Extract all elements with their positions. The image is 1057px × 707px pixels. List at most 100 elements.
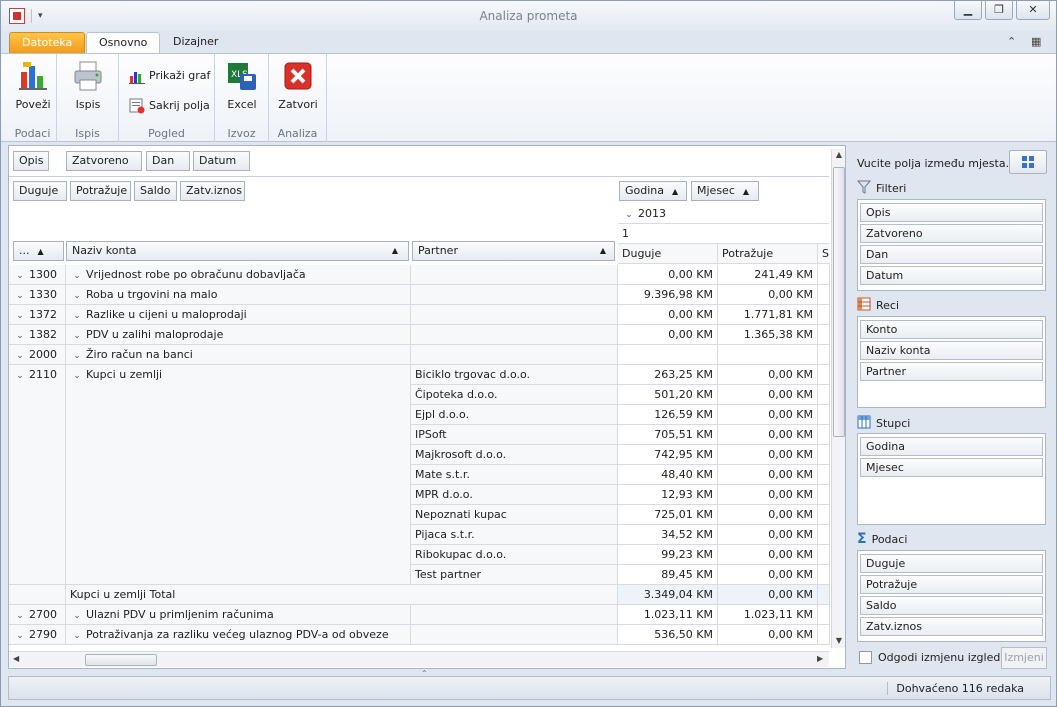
filter-field-dan[interactable]: Dan [146,151,190,171]
row-header-konto[interactable]: ⌄ 1300 [9,265,66,285]
defer-layout-checkbox[interactable]: Odgodi izmjenu izgleda [859,651,1007,664]
layout-button[interactable] [1009,150,1047,174]
hide-fields-button[interactable]: Sakrij polja [129,96,210,116]
row-header-konto[interactable]: ⌄ 2110 [9,365,66,585]
row-label: Žiro račun na banci [86,348,193,361]
value-header-duguje[interactable]: Duguje [618,244,718,264]
rows-area[interactable]: Konto Naziv konta Partner [857,316,1046,408]
column-header-month[interactable]: 1 [618,224,829,244]
data-area[interactable]: Duguje Potražuje Saldo Zatv.iznos [857,550,1046,642]
connect-button[interactable]: Poveži [10,60,56,111]
data-field-saldo[interactable]: Saldo [134,181,177,201]
calculator-icon[interactable]: ▦ [1031,35,1041,48]
close-icon[interactable]: ✕ [1016,1,1050,20]
filter-field-datum[interactable]: Datum [193,151,250,171]
minimize-icon[interactable]: ▁ [954,1,982,20]
vertical-scrollbar[interactable]: ▲ ▼ [831,149,845,648]
filter-area[interactable]: Opis Zatvoreno Dan Datum [857,199,1046,291]
collapse-icon[interactable]: ⌄ [15,607,25,624]
row-header-naziv[interactable]: ⌄ Kupci u zemlji [66,365,411,585]
close-analysis-button[interactable]: Zatvori [275,60,321,111]
collapse-icon[interactable]: ⌄ [72,367,82,386]
collapse-icon[interactable]: ⌄ [15,347,25,364]
collapse-icon[interactable]: ⌄ [624,206,634,223]
tab-osnovno[interactable]: Osnovno [86,32,161,54]
list-item[interactable]: Saldo [860,596,1043,615]
pivot-grid[interactable]: Opis Zatvoreno Dan Datum Duguje Potražuj… [8,145,846,669]
collapse-icon[interactable]: ⌄ [72,347,82,364]
filter-field-opis[interactable]: Opis [13,151,50,171]
maximize-icon[interactable]: ❐ [985,1,1013,20]
list-item[interactable]: Partner [860,362,1043,381]
excel-button[interactable]: XLS Excel [219,60,265,111]
checkbox[interactable] [859,651,872,664]
row-field-naziv-konta[interactable]: Naziv konta ▲ [66,241,409,261]
scroll-down-icon[interactable]: ▼ [832,636,845,645]
row-header-konto[interactable]: ⌄ 1372 [9,305,66,325]
horizontal-scrollbar[interactable]: ◀ ▶ [9,651,829,667]
collapse-icon[interactable]: ⌄ [15,287,25,304]
collapse-icon[interactable]: ⌄ [15,367,25,386]
sort-asc-icon: ▲ [742,187,750,196]
collapse-icon[interactable]: ⌄ [72,307,82,324]
list-item[interactable]: Dan [860,245,1043,264]
minimize-ribbon-icon[interactable]: ⌃ [1007,35,1016,48]
scroll-thumb[interactable] [833,167,845,437]
row-header-konto[interactable]: ⌄ 1382 [9,325,66,345]
row-header-naziv[interactable]: ⌄ Žiro račun na banci [66,345,411,365]
collapse-icon[interactable]: ⌄ [72,267,82,284]
collapse-icon[interactable]: ⌄ [72,627,82,644]
column-field-mjesec[interactable]: Mjesec ▲ [691,181,759,201]
collapse-icon[interactable]: ⌄ [72,287,82,304]
print-button[interactable]: Ispis [65,60,111,111]
update-button[interactable]: Izmjeni [1001,647,1047,669]
cell-duguje: 0,00 KM [618,265,718,285]
column-header-year[interactable]: ⌄ 2013 [618,204,829,224]
list-item[interactable]: Zatv.iznos [860,617,1043,636]
row-header-konto[interactable]: ⌄ 2700 [9,605,66,625]
list-item[interactable]: Opis [860,203,1043,222]
row-header-naziv[interactable]: ⌄ Vrijednost robe po obračunu dobavljača [66,265,411,285]
scroll-left-icon[interactable]: ◀ [13,654,19,663]
row-header-naziv[interactable]: ⌄ PDV u zalihi maloprodaje [66,325,411,345]
row-field-partner[interactable]: Partner ▲ [412,241,615,261]
data-field-duguje[interactable]: Duguje [13,181,67,201]
list-item[interactable]: Konto [860,320,1043,339]
data-field-potrazuje[interactable]: Potražuje [70,181,131,201]
collapse-icon[interactable]: ⌄ [72,607,82,624]
list-item[interactable]: Naziv konta [860,341,1043,360]
row-header-naziv[interactable]: ⌄ Ulazni PDV u primljenim računima [66,605,411,625]
show-chart-button[interactable]: Prikaži graf [129,66,210,86]
collapse-icon[interactable]: ⌄ [15,627,25,644]
row-field-konto[interactable]: ... ▲ [13,241,64,261]
row-header-konto[interactable]: ⌄ 2790 [9,625,66,645]
list-item[interactable]: Godina [860,437,1043,456]
collapse-icon[interactable]: ⌄ [72,327,82,344]
list-item[interactable]: Datum [860,266,1043,285]
column-field-godina[interactable]: Godina ▲ [619,181,687,201]
row-header-konto[interactable]: ⌄ 2000 [9,345,66,365]
collapse-icon[interactable]: ⌄ [15,267,25,284]
value-header-saldo[interactable]: S [818,244,830,264]
cell-potrazuje: 1.365,38 KM [718,325,818,345]
data-field-zatv-iznos[interactable]: Zatv.iznos [180,181,245,201]
columns-area[interactable]: Godina Mjesec [857,433,1046,525]
list-item[interactable]: Potražuje [860,575,1043,594]
list-item[interactable]: Zatvoreno [860,224,1043,243]
value-header-potrazuje[interactable]: Potražuje [718,244,818,264]
scroll-up-icon[interactable]: ▲ [832,150,845,159]
collapse-icon[interactable]: ⌄ [15,327,25,344]
tab-datoteka[interactable]: Datoteka [9,32,86,53]
collapse-icon[interactable]: ⌄ [15,307,25,324]
row-header-naziv[interactable]: ⌄ Potraživanja za razliku većeg ulaznog P… [66,625,411,645]
row-header-naziv[interactable]: ⌄ Razlike u cijeni u maloprodaji [66,305,411,325]
row-header-naziv[interactable]: ⌄ Roba u trgovini na malo [66,285,411,305]
scroll-right-icon[interactable]: ▶ [817,654,823,663]
scroll-thumb[interactable] [85,654,157,666]
list-item[interactable]: Mjesec [860,458,1043,477]
list-item[interactable]: Duguje [860,554,1043,573]
rows-icon [857,297,871,314]
tab-dizajner[interactable]: Dizajner [161,32,230,53]
row-header-konto[interactable]: ⌄ 1330 [9,285,66,305]
filter-field-zatvoreno[interactable]: Zatvoreno [66,151,142,171]
